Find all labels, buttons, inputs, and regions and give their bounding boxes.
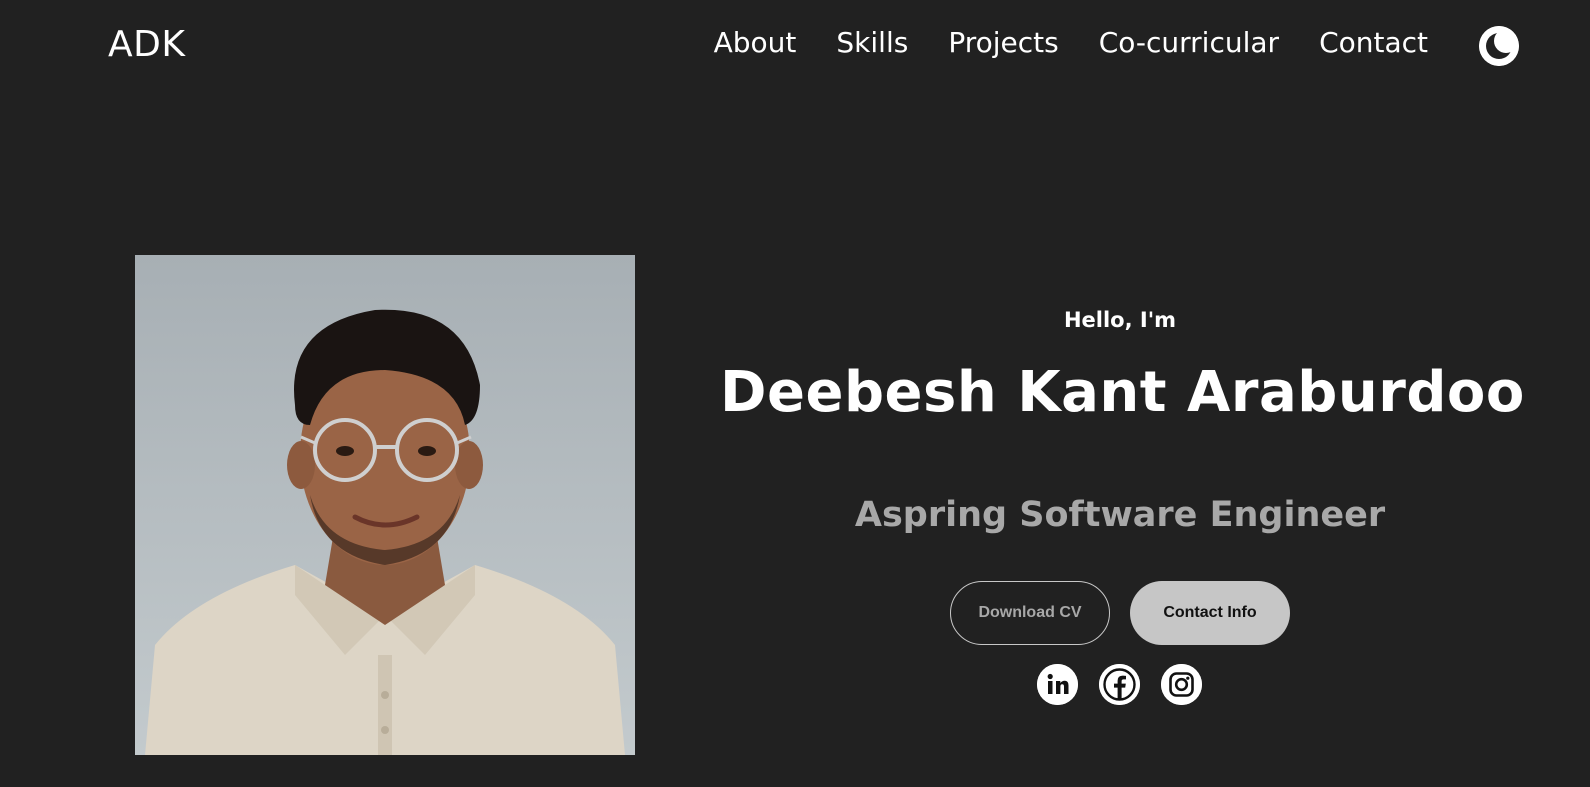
hero-name: Deebesh Kant Araburdoo xyxy=(720,360,1525,425)
profile-photo xyxy=(135,255,635,755)
top-nav: ADK About Skills Projects Co-curricular … xyxy=(0,0,1590,90)
contact-info-button[interactable]: Contact Info xyxy=(1130,581,1290,645)
social-links xyxy=(1037,664,1202,705)
portrait-illustration xyxy=(135,255,635,755)
nav-link-co-curricular[interactable]: Co-curricular xyxy=(1099,26,1279,59)
hero-buttons: Download CV Contact Info xyxy=(950,581,1290,645)
nav-link-contact[interactable]: Contact xyxy=(1319,26,1428,59)
hero-greeting: Hello, I'm xyxy=(1063,308,1177,332)
hero-text: Hello, I'm Deebesh Kant Araburdoo Asprin… xyxy=(720,300,1525,535)
nav-links: About Skills Projects Co-curricular Cont… xyxy=(714,26,1428,59)
download-cv-button[interactable]: Download CV xyxy=(950,581,1110,645)
linkedin-link[interactable] xyxy=(1037,664,1078,705)
instagram-icon xyxy=(1161,664,1202,705)
linkedin-icon xyxy=(1037,664,1078,705)
moon-icon xyxy=(1479,26,1519,66)
facebook-link[interactable] xyxy=(1099,664,1140,705)
nav-link-projects[interactable]: Projects xyxy=(948,26,1058,59)
hero-role: Aspring Software Engineer xyxy=(854,495,1386,535)
site-logo[interactable]: ADK xyxy=(108,24,185,65)
portfolio-page: ADK About Skills Projects Co-curricular … xyxy=(0,0,1590,787)
instagram-link[interactable] xyxy=(1161,664,1202,705)
facebook-icon xyxy=(1099,664,1140,705)
nav-link-about[interactable]: About xyxy=(714,26,797,59)
theme-toggle-button[interactable] xyxy=(1479,26,1519,66)
nav-link-skills[interactable]: Skills xyxy=(836,26,908,59)
